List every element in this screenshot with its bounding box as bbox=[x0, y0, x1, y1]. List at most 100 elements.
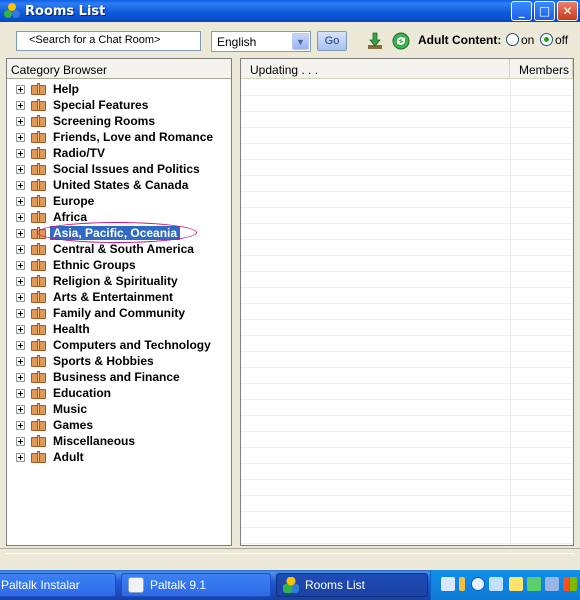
tree-item-label: Adult bbox=[53, 450, 84, 464]
rooms-list: Updating . . . Members bbox=[240, 58, 574, 546]
taskbar-button-paltalk-instalar[interactable]: Paltalk Instalar bbox=[0, 573, 116, 597]
paltalk-window-icon bbox=[128, 577, 144, 593]
expand-plus-icon[interactable] bbox=[16, 293, 25, 302]
expand-plus-icon[interactable] bbox=[16, 389, 25, 398]
adult-on-radio[interactable] bbox=[506, 33, 519, 46]
folder-book-icon bbox=[31, 371, 46, 383]
go-button[interactable]: Go bbox=[317, 31, 347, 51]
title-bar[interactable]: Rooms List _ □ ✕ bbox=[0, 0, 580, 22]
expand-plus-icon[interactable] bbox=[16, 165, 25, 174]
close-button[interactable]: ✕ bbox=[557, 1, 578, 21]
grid-line bbox=[241, 95, 573, 96]
maximize-button[interactable]: □ bbox=[534, 1, 555, 21]
system-tray bbox=[430, 570, 580, 600]
camera-icon[interactable] bbox=[509, 577, 523, 591]
volume-icon[interactable] bbox=[459, 577, 465, 591]
expand-plus-icon[interactable] bbox=[16, 453, 25, 462]
folder-book-icon bbox=[31, 115, 46, 127]
expand-plus-icon[interactable] bbox=[16, 277, 25, 286]
grid-line bbox=[241, 223, 573, 224]
expand-plus-icon[interactable] bbox=[16, 213, 25, 222]
expand-plus-icon[interactable] bbox=[16, 149, 25, 158]
category-browser: Category Browser Help Special Features Scr… bbox=[6, 58, 232, 546]
tree-item-label: Arts & Entertainment bbox=[53, 290, 174, 304]
chevron-left-icon[interactable] bbox=[471, 577, 485, 591]
taskbar-button-paltalk[interactable]: Paltalk 9.1 bbox=[121, 573, 271, 597]
expand-plus-icon[interactable] bbox=[16, 437, 25, 446]
expand-plus-icon[interactable] bbox=[16, 373, 25, 382]
folder-book-icon bbox=[31, 179, 46, 191]
taskbar-label: Paltalk 9.1 bbox=[150, 578, 207, 592]
tree-item-label: Business and Finance bbox=[53, 370, 180, 384]
status-bar bbox=[6, 553, 574, 567]
rooms-list-icon bbox=[283, 577, 299, 593]
column-header-room[interactable]: Updating . . . bbox=[241, 59, 510, 79]
folder-book-icon bbox=[31, 403, 46, 415]
refresh-icon[interactable] bbox=[391, 31, 411, 51]
adult-off-radio[interactable] bbox=[540, 33, 553, 46]
expand-plus-icon[interactable] bbox=[16, 117, 25, 126]
taskbar-button-rooms-list[interactable]: Rooms List bbox=[276, 573, 428, 597]
expand-plus-icon[interactable] bbox=[16, 325, 25, 334]
tree-item-label: Radio/TV bbox=[53, 146, 106, 160]
network-icon[interactable] bbox=[545, 577, 559, 591]
tree-item-label: Help bbox=[53, 82, 80, 96]
grid-line bbox=[241, 319, 573, 320]
tree-item-label: Music bbox=[53, 402, 88, 416]
folder-book-icon bbox=[31, 147, 46, 159]
chevron-down-icon[interactable]: ▼ bbox=[292, 33, 309, 50]
expand-plus-icon[interactable] bbox=[16, 405, 25, 414]
expand-plus-icon[interactable] bbox=[16, 341, 25, 350]
expand-plus-icon[interactable] bbox=[16, 197, 25, 206]
expand-plus-icon[interactable] bbox=[16, 133, 25, 142]
grid-line bbox=[241, 415, 573, 416]
expand-plus-icon[interactable] bbox=[16, 309, 25, 318]
grid-line bbox=[241, 127, 573, 128]
grid-line bbox=[241, 255, 573, 256]
expand-plus-icon[interactable] bbox=[16, 421, 25, 430]
expand-plus-icon[interactable] bbox=[16, 181, 25, 190]
expand-plus-icon[interactable] bbox=[16, 101, 25, 110]
tree-item-label: United States & Canada bbox=[53, 178, 189, 192]
pen-icon[interactable] bbox=[441, 577, 455, 591]
grid-line bbox=[241, 383, 573, 384]
expand-plus-icon[interactable] bbox=[16, 357, 25, 366]
search-input[interactable]: <Search for a Chat Room> bbox=[16, 31, 201, 51]
folder-book-icon bbox=[31, 419, 46, 431]
expand-plus-icon[interactable] bbox=[16, 229, 25, 238]
rooms-list-header: Updating . . . Members bbox=[241, 59, 573, 79]
minimize-button[interactable]: _ bbox=[511, 1, 532, 21]
expand-plus-icon[interactable] bbox=[16, 261, 25, 270]
folder-book-icon bbox=[31, 435, 46, 447]
folder-book-icon bbox=[31, 83, 46, 95]
folder-book-icon bbox=[31, 131, 46, 143]
folder-book-icon bbox=[31, 243, 46, 255]
messenger-icon[interactable] bbox=[489, 577, 503, 591]
language-select[interactable]: English ▼ bbox=[211, 31, 311, 52]
tree-item-label: Games bbox=[53, 418, 94, 432]
grid-line bbox=[241, 159, 573, 160]
tree-item-label: Family and Community bbox=[53, 306, 186, 320]
taskbar: Paltalk Instalar Paltalk 9.1 Rooms List bbox=[0, 570, 580, 600]
folder-book-icon bbox=[31, 355, 46, 367]
grid-line bbox=[241, 143, 573, 144]
tree-item-label: Special Features bbox=[53, 98, 149, 112]
download-icon[interactable] bbox=[365, 31, 385, 51]
grid-line bbox=[241, 175, 573, 176]
grid-line bbox=[241, 303, 573, 304]
tree-item-label: Education bbox=[53, 386, 112, 400]
folder-book-icon bbox=[31, 387, 46, 399]
expand-plus-icon[interactable] bbox=[16, 245, 25, 254]
update-icon[interactable] bbox=[527, 577, 541, 591]
tree-item-label: Friends, Love and Romance bbox=[53, 130, 214, 144]
column-header-members[interactable]: Members bbox=[510, 59, 573, 79]
expand-plus-icon[interactable] bbox=[16, 85, 25, 94]
tree-item-label: Health bbox=[53, 322, 90, 336]
windows-icon[interactable] bbox=[563, 577, 577, 591]
folder-book-icon bbox=[31, 163, 46, 175]
adult-content-label: Adult Content: bbox=[418, 33, 502, 47]
folder-book-icon bbox=[31, 451, 46, 463]
column-divider bbox=[510, 79, 511, 545]
folder-book-icon bbox=[31, 259, 46, 271]
tree-item-label: Miscellaneous bbox=[53, 434, 136, 448]
